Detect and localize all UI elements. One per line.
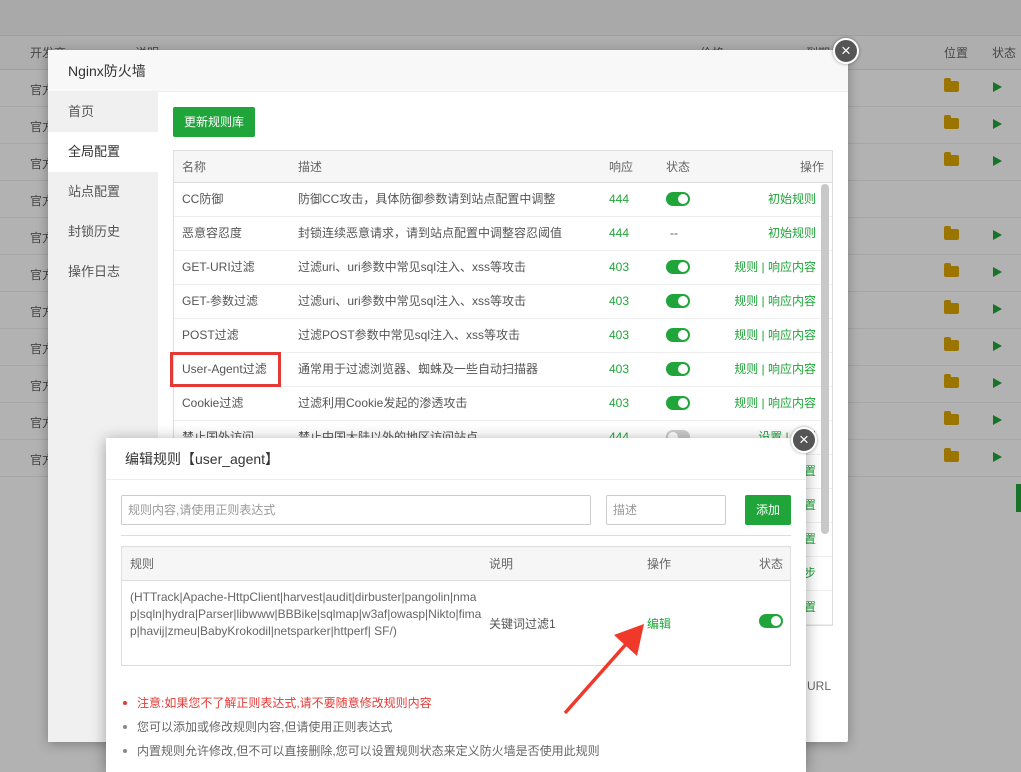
header-ops: 操作 — [799, 160, 824, 174]
rule-desc: 防御CC攻击，具体防御参数请到站点配置中调整 — [298, 192, 556, 206]
modal-close-icon[interactable]: × — [833, 38, 859, 64]
state-toggle-icon[interactable] — [666, 259, 690, 274]
rules-table-row: CC防御 防御CC攻击，具体防御参数请到站点配置中调整 444 初始规则 — [174, 183, 832, 217]
rules-table-row: POST过滤 过滤POST参数中常见sql注入、xss等攻击 403 规则 | 响应内… — [174, 319, 832, 353]
rule-state[interactable] — [666, 353, 690, 386]
dheader-desc: 说明 — [489, 557, 514, 571]
rule-response-code: 403 — [609, 362, 630, 376]
rule-regex-text: (HTTrack|Apache-HttpClient|harvest|audit… — [130, 590, 482, 638]
rule-desc: 过滤POST参数中常见sql注入、xss等攻击 — [298, 328, 521, 342]
rule-desc: 过滤uri、uri参数中常见sql注入、xss等攻击 — [298, 294, 527, 308]
rule-state[interactable] — [666, 251, 690, 284]
rule-state-toggle-icon[interactable] — [759, 614, 783, 628]
rule-state[interactable] — [666, 285, 690, 318]
url-text: URL — [807, 679, 832, 693]
sidebar-item-global-config[interactable]: 全局配置 — [48, 132, 158, 172]
rule-ops-link[interactable]: 初始规则 — [768, 217, 816, 250]
edit-rule-dialog: 编辑规则【user_agent】 添加 规则 说明 操作 状态 (HTTrack… — [106, 438, 806, 772]
rule-description: 关键词过滤1 — [489, 617, 556, 631]
dialog-title: 编辑规则【user_agent】 — [106, 438, 806, 480]
state-toggle-icon[interactable] — [666, 293, 690, 308]
dialog-table-header: 规则 说明 操作 状态 — [122, 547, 790, 581]
modal-title: Nginx防火墙 — [48, 50, 848, 92]
rule-desc: 通常用于过滤浏览器、蜘蛛及一些自动扫描器 — [298, 362, 539, 376]
rule-name: 恶意容忍度 — [182, 226, 243, 240]
rule-ops-link[interactable]: 规则 | 响应内容 — [734, 285, 816, 318]
sidebar-item-block-history[interactable]: 封锁历史 — [48, 212, 158, 252]
rules-scrollbar[interactable] — [821, 184, 829, 534]
rule-name: Cookie过滤 — [182, 396, 244, 410]
rules-table-row: Cookie过滤 过滤利用Cookie发起的渗透攻击 403 规则 | 响应内容 — [174, 387, 832, 421]
dheader-ops: 操作 — [647, 557, 672, 571]
rule-name: GET-URI过滤 — [182, 260, 255, 274]
rule-ops-link[interactable]: 规则 | 响应内容 — [734, 387, 816, 420]
rule-response-code: 444 — [609, 192, 630, 206]
rule-desc-input[interactable] — [606, 495, 726, 525]
rule-name: CC防御 — [182, 192, 224, 206]
rule-ops-link[interactable]: 规则 | 响应内容 — [734, 353, 816, 386]
state-toggle-icon[interactable] — [666, 191, 690, 206]
add-rule-button[interactable]: 添加 — [745, 495, 791, 525]
state-toggle-icon[interactable] — [666, 361, 690, 376]
dialog-notes: 注意:如果您不了解正则表达式,请不要随意修改规则内容 您可以添加或修改规则内容,… — [121, 693, 600, 765]
header-name: 名称 — [182, 160, 207, 174]
note-regex: 您可以添加或修改规则内容,但请使用正则表达式 — [121, 717, 600, 741]
rule-content-input[interactable] — [121, 495, 591, 525]
rule-ops-link[interactable]: 规则 | 响应内容 — [734, 319, 816, 352]
rules-table-row: GET-参数过滤 过滤uri、uri参数中常见sql注入、xss等攻击 403 规则 … — [174, 285, 832, 319]
rule-state[interactable] — [666, 387, 690, 420]
state-toggle-icon[interactable] — [666, 395, 690, 410]
note-builtin: 内置规则允许修改,但不可以直接删除,您可以设置规则状态来定义防火墙是否使用此规则 — [121, 741, 600, 765]
rule-response-code: 403 — [609, 294, 630, 308]
rule-edit-link[interactable]: 编辑 — [647, 615, 671, 632]
rule-state[interactable] — [666, 319, 690, 352]
rule-state: -- — [670, 226, 678, 240]
sidebar-item-home[interactable]: 首页 — [48, 92, 158, 132]
sidebar-item-site-config[interactable]: 站点配置 — [48, 172, 158, 212]
state-toggle-icon[interactable] — [666, 327, 690, 342]
rule-response-code: 403 — [609, 396, 630, 410]
rule-response-code: 403 — [609, 328, 630, 342]
sidebar-item-operation-log[interactable]: 操作日志 — [48, 252, 158, 292]
rule-response-code: 403 — [609, 260, 630, 274]
rule-response-code: 444 — [609, 226, 630, 240]
dialog-separator — [121, 535, 791, 536]
rule-state[interactable] — [666, 183, 690, 216]
header-desc: 描述 — [298, 160, 323, 174]
rules-table-row: User-Agent过滤 通常用于过滤浏览器、蜘蛛及一些自动扫描器 403 规则 | … — [170, 352, 832, 387]
dheader-state: 状态 — [759, 557, 784, 571]
rules-table-header: 名称 描述 响应 状态 操作 — [174, 151, 832, 183]
user-agent-rules-table: 规则 说明 操作 状态 (HTTrack|Apache-HttpClient|h… — [121, 546, 791, 666]
rule-row: (HTTrack|Apache-HttpClient|harvest|audit… — [122, 581, 790, 665]
dheader-rule: 规则 — [130, 557, 155, 571]
rule-name: POST过滤 — [182, 328, 239, 342]
rules-table-row: GET-URI过滤 过滤uri、uri参数中常见sql注入、xss等攻击 403 规则… — [174, 251, 832, 285]
rule-desc: 封锁连续恶意请求，请到站点配置中调整容忍阈值 — [298, 226, 563, 240]
dialog-close-icon[interactable]: × — [791, 427, 817, 453]
rules-table-row: 恶意容忍度 封锁连续恶意请求，请到站点配置中调整容忍阈值 444 -- 初始规则 — [174, 217, 832, 251]
header-response: 响应 — [609, 160, 634, 174]
header-state: 状态 — [666, 160, 691, 174]
highlight-box — [170, 352, 281, 387]
rule-desc: 过滤利用Cookie发起的渗透攻击 — [298, 396, 468, 410]
rule-ops-link[interactable]: 规则 | 响应内容 — [734, 251, 816, 284]
rule-name: GET-参数过滤 — [182, 294, 259, 308]
rule-ops-link[interactable]: 初始规则 — [768, 183, 816, 216]
note-warning: 注意:如果您不了解正则表达式,请不要随意修改规则内容 — [121, 693, 600, 717]
rule-desc: 过滤uri、uri参数中常见sql注入、xss等攻击 — [298, 260, 527, 274]
update-rules-button[interactable]: 更新规则库 — [173, 107, 255, 137]
